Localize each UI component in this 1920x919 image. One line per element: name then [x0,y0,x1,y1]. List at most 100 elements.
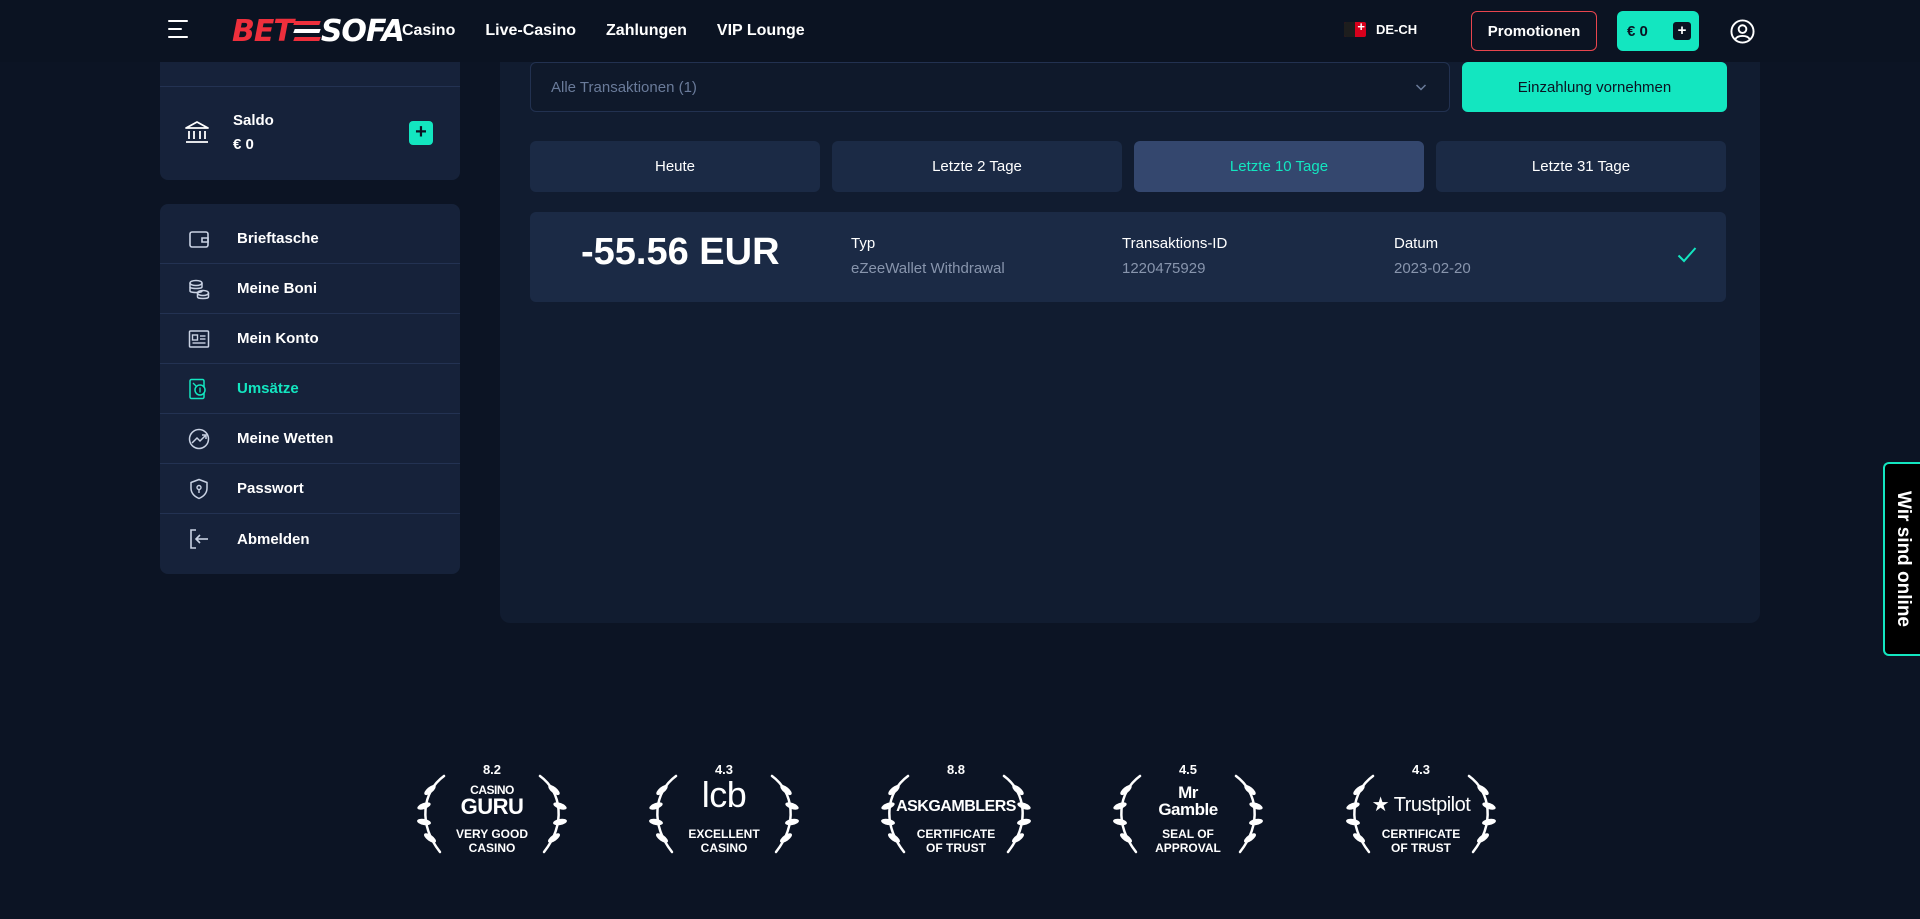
sidebar-item-label: Meine Wetten [237,430,334,447]
deposit-button[interactable]: Einzahlung vornehmen [1462,62,1727,112]
award-caption-line1: CERTIFICATE [1381,827,1461,841]
awards-row: 8.2 CASINO GURU VERY GOOD CASINO 4.3 lcb… [404,762,1524,862]
sidebar-item-label: Abmelden [237,530,310,548]
balance-label: Saldo [233,112,274,129]
sidebar-item-brieftasche[interactable]: Brieftasche [160,214,460,264]
language-selector[interactable]: DE-CH [1344,22,1417,37]
divider [160,86,460,87]
type-value: eZeeWallet Withdrawal [851,260,1005,277]
award-caption: CERTIFICATE OF TRUST [868,827,1044,855]
award-brand-name: ★ Trustpilot [1371,794,1471,816]
wallet-icon [189,231,209,248]
wallet-balance: € 0 [1627,22,1648,40]
transaction-date: Datum 2023-02-20 [1394,235,1471,277]
award-caption-line2: OF TRUST [926,841,986,855]
chevron-down-icon [1415,84,1427,91]
nav-casino[interactable]: Casino [402,22,455,40]
sidebar-item-mein-konto[interactable]: Mein Konto [160,314,460,364]
nav-vip-lounge[interactable]: VIP Lounge [717,22,805,40]
logout-icon [190,529,208,549]
shield-lock-icon [190,478,208,500]
add-funds-button[interactable]: + [409,121,433,145]
sidebar-item-abmelden[interactable]: Abmelden [160,514,460,564]
language-label: DE-CH [1376,22,1418,37]
id-label: Transaktions-ID [1122,235,1228,252]
sidebar-item-umsaetze[interactable]: Umsätze [160,364,460,414]
transaction-row: -55.56 EUR Typ eZeeWallet Withdrawal Tra… [530,212,1726,302]
logo-text-sofa: SOFA [320,13,405,49]
wallet-button[interactable]: € 0 + [1617,11,1699,51]
award-brand-top: Mr [1178,783,1198,802]
date-range-tabs: Heute Letzte 2 Tage Letzte 10 Tage Letzt… [530,141,1726,192]
range-letzte-10-tage[interactable]: Letzte 10 Tage [1134,141,1424,192]
award-caption-line1: VERY GOOD [455,827,529,841]
main-nav: Casino Live-Casino Zahlungen VIP Lounge [402,0,805,62]
nav-zahlungen[interactable]: Zahlungen [606,22,687,40]
transaction-filter-select[interactable]: Alle Transaktionen (1) [530,62,1450,112]
award-caption: CERTIFICATE OF TRUST [1333,827,1509,855]
sidebar-item-label: Meine Boni [237,280,318,297]
award-caption-line2: APPROVAL [1155,841,1221,855]
check-icon [1677,247,1697,263]
transaction-id: Transaktions-ID 1220475929 [1122,235,1227,277]
award-askgamblers: 8.8 ASKGAMBLERS CERTIFICATE OF TRUST [868,762,1044,862]
logo-stripes [293,19,321,43]
id-value: 1220475929 [1122,260,1206,277]
sidebar-item-passwort[interactable]: Passwort [160,464,460,514]
award-score: 8.8 [946,762,966,777]
chat-tab-label: Wir sind online [1892,491,1914,627]
award-trustpilot: 4.3 ★ Trustpilot CERTIFICATE OF TRUST [1333,762,1509,862]
award-brand-name: GURU [460,794,524,819]
live-chat-tab[interactable]: Wir sind online [1883,462,1920,656]
range-letzte-31-tage[interactable]: Letzte 31 Tage [1436,141,1726,192]
award-brand-name: ASKGAMBLERS [896,798,1016,815]
award-brand-name: Gamble [1158,800,1218,819]
filter-select-value: Alle Transaktionen (1) [551,78,697,96]
bank-icon [185,121,209,143]
menu-icon[interactable] [168,20,190,40]
sidebar-item-label: Passwort [237,480,304,497]
award-caption-line1: CERTIFICATE [916,827,996,841]
sidebar-item-label: Umsätze [237,380,299,397]
id-card-icon [188,330,210,348]
award-caption-line2: CASINO [700,841,748,855]
transaction-amount: -55.56 EUR [581,231,780,273]
sidebar-item-meine-boni[interactable]: Meine Boni [160,264,460,314]
award-score: 8.2 [482,762,502,777]
award-brand-name: lcb [701,774,747,815]
top-header: BET SOFA Casino Live-Casino Zahlungen VI… [0,0,1920,62]
transactions-panel: Alle Transaktionen (1) Einzahlung vorneh… [500,62,1760,623]
transactions-icon [189,378,206,400]
sidebar-item-meine-wetten[interactable]: Meine Wetten [160,414,460,464]
betsofa-logo[interactable]: BET SOFA [232,12,405,50]
award-caption: SEAL OF APPROVAL [1100,827,1276,855]
date-value: 2023-02-20 [1394,260,1471,277]
award-caption-line2: CASINO [468,841,516,855]
range-letzte-2-tage[interactable]: Letzte 2 Tage [832,141,1122,192]
award-brand: Mr Gamble [1100,784,1276,818]
bets-chart-icon [188,428,210,450]
award-score: 4.5 [1178,762,1198,777]
award-lcb: 4.3 lcb EXCELLENT CASINO [636,762,812,862]
range-heute[interactable]: Heute [530,141,820,192]
coins-icon [189,279,210,300]
logo-text-bet: BET [232,13,294,49]
sidebar-item-label: Brieftasche [237,230,319,247]
date-label: Datum [1394,235,1439,252]
award-caption-line1: SEAL OF [1162,827,1214,841]
account-menu: Brieftasche Meine Boni Mein Konto Umsätz… [160,204,460,574]
sidebar-item-label: Mein Konto [237,330,319,347]
promotions-button[interactable]: Promotionen [1471,11,1597,51]
award-caption-line2: OF TRUST [1391,841,1451,855]
user-account-icon[interactable] [1730,19,1755,44]
award-mr-gamble: 4.5 Mr Gamble SEAL OF APPROVAL [1100,762,1276,862]
award-caption-line1: EXCELLENT [688,827,760,841]
award-brand: CASINO GURU [404,784,580,819]
award-caption: EXCELLENT CASINO [636,827,812,855]
nav-live-casino[interactable]: Live-Casino [485,22,576,40]
balance-card: Saldo € 0 + [160,62,460,180]
plus-icon: + [1673,22,1691,40]
award-caption: VERY GOOD CASINO [404,827,580,855]
transaction-type: Typ eZeeWallet Withdrawal [851,235,1005,277]
type-label: Typ [851,235,876,252]
